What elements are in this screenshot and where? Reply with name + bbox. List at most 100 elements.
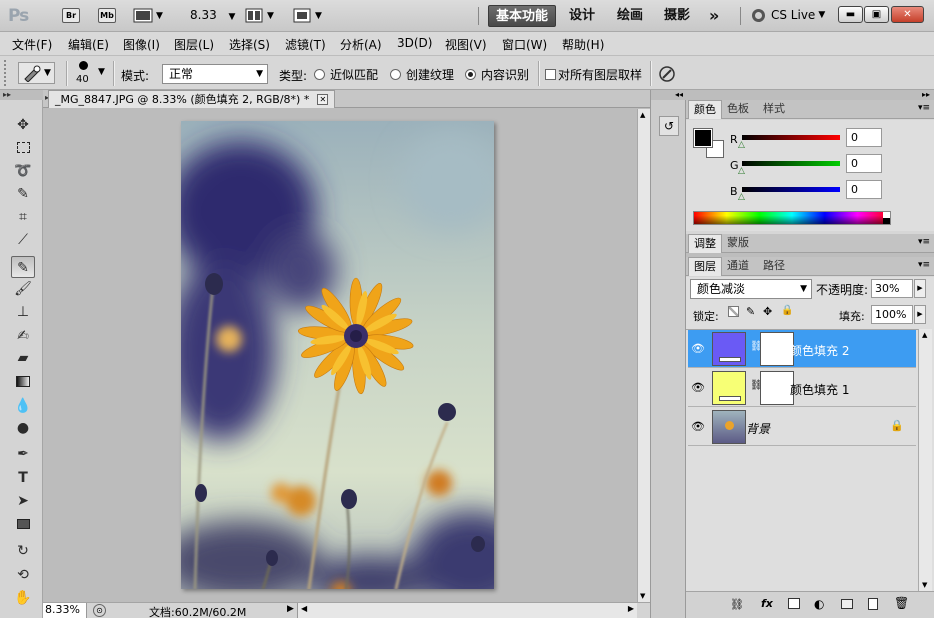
layer-row[interactable]: 👁 ⛓ 颜色填充 2: [688, 330, 916, 368]
tab-color[interactable]: 颜色: [688, 100, 722, 119]
maximize-button[interactable]: ▣: [864, 6, 889, 23]
menu-view[interactable]: 视图(V): [445, 36, 487, 53]
history-panel-icon[interactable]: ↺: [659, 116, 679, 136]
tablet-pressure-button[interactable]: [657, 64, 677, 84]
layers-scrollbar[interactable]: ▲ ▼: [918, 329, 932, 591]
adjustment-layer-icon[interactable]: ◐: [814, 597, 824, 611]
tab-paths[interactable]: 路径: [758, 257, 790, 276]
cs-live-menu[interactable]: CS Live ▼: [752, 8, 825, 22]
b-value[interactable]: 0: [846, 180, 882, 199]
vertical-scrollbar[interactable]: ▲ ▼: [637, 109, 650, 602]
eye-icon[interactable]: 👁: [691, 381, 705, 395]
menu-image[interactable]: 图像(I): [123, 36, 160, 53]
move-tool[interactable]: ✥: [11, 114, 35, 136]
workspace-photography[interactable]: 摄影: [657, 5, 697, 27]
menu-window[interactable]: 窗口(W): [502, 36, 547, 53]
radio-content-aware[interactable]: [465, 69, 476, 80]
type-content-aware[interactable]: 内容识别: [465, 66, 529, 83]
tool-preset-picker[interactable]: ▼: [18, 62, 55, 84]
dodge-tool[interactable]: ●: [11, 417, 35, 439]
type-create-texture[interactable]: 创建纹理: [390, 66, 454, 83]
menu-edit[interactable]: 编辑(E): [68, 36, 109, 53]
layer-row[interactable]: 👁 背景 🔒: [688, 408, 916, 446]
view-extras-button[interactable]: ▼: [133, 8, 163, 23]
slider-thumb-icon[interactable]: △: [738, 192, 745, 202]
status-icon[interactable]: ⊙: [93, 604, 106, 617]
workspace-essentials[interactable]: 基本功能: [488, 5, 557, 27]
menu-select[interactable]: 选择(S): [229, 36, 270, 53]
color-ramp[interactable]: [693, 211, 891, 225]
image-canvas[interactable]: [181, 121, 494, 589]
opacity-slider-button[interactable]: ▶: [914, 279, 926, 298]
menu-analysis[interactable]: 分析(A): [340, 36, 382, 53]
panel-menu-icon[interactable]: ▾≡: [918, 237, 930, 247]
slider-thumb-icon[interactable]: △: [738, 166, 745, 176]
eyedropper-tool[interactable]: ⟋: [11, 229, 35, 251]
tab-styles[interactable]: 样式: [758, 100, 790, 119]
scroll-down-arrow[interactable]: ▼: [922, 581, 927, 589]
document-tab[interactable]: _MG_8847.JPG @ 8.33% (颜色填充 2, RGB/8*) * …: [48, 90, 336, 108]
lasso-tool[interactable]: ➰: [11, 160, 35, 182]
foreground-color-swatch[interactable]: [693, 128, 713, 148]
rectangular-marquee-tool[interactable]: [11, 137, 35, 159]
menu-filter[interactable]: 滤镜(T): [285, 36, 326, 53]
sample-all-layers[interactable]: 对所有图层取样: [545, 66, 642, 83]
panel-menu-icon[interactable]: ▾≡: [918, 103, 930, 113]
lock-all-icon[interactable]: 🔒: [781, 305, 793, 316]
close-button[interactable]: ✕: [891, 6, 924, 23]
spot-healing-brush-tool[interactable]: ✎: [11, 256, 35, 278]
3d-rotate-tool[interactable]: ↻: [11, 540, 35, 562]
arrange-documents-button[interactable]: ▼: [245, 8, 274, 23]
eye-icon[interactable]: 👁: [691, 342, 705, 356]
layer-mask-thumbnail[interactable]: [760, 371, 794, 405]
path-selection-tool[interactable]: ➤: [11, 490, 35, 512]
hand-tool[interactable]: ✋: [11, 587, 35, 609]
pen-tool[interactable]: ✒: [11, 443, 35, 465]
tab-swatches[interactable]: 色板: [722, 100, 754, 119]
g-slider[interactable]: [742, 161, 840, 166]
brush-size-picker[interactable]: 40 ▼: [72, 60, 112, 88]
add-mask-icon[interactable]: [788, 598, 800, 609]
tab-masks[interactable]: 蒙版: [722, 234, 754, 253]
menu-help[interactable]: 帮助(H): [562, 36, 604, 53]
lock-pixels-icon[interactable]: ✎: [746, 305, 755, 318]
scroll-down-arrow[interactable]: ▼: [640, 592, 645, 600]
minimize-button[interactable]: ▬: [838, 6, 863, 23]
layer-row[interactable]: 👁 ⛓ 颜色填充 1: [688, 369, 916, 407]
sample-all-layers-checkbox[interactable]: [545, 69, 556, 80]
radio-create-texture[interactable]: [390, 69, 401, 80]
horizontal-scrollbar[interactable]: ◀ ▶: [297, 603, 637, 618]
status-menu-arrow[interactable]: ▶: [287, 604, 294, 614]
radio-proximity-match[interactable]: [314, 69, 325, 80]
dock-collapse-button[interactable]: ◂◂: [651, 90, 686, 100]
clone-stamp-tool[interactable]: ⊥: [11, 301, 35, 323]
menu-3d[interactable]: 3D(D): [397, 36, 432, 50]
b-slider[interactable]: [742, 187, 840, 192]
zoom-level-menu[interactable]: 8.33 ▼: [190, 8, 235, 22]
scroll-up-arrow[interactable]: ▲: [640, 111, 645, 119]
brush-tool[interactable]: 🖌: [11, 278, 35, 300]
menu-layer[interactable]: 图层(L): [174, 36, 214, 53]
options-grip[interactable]: [4, 60, 8, 86]
opacity-input[interactable]: 30%: [871, 279, 913, 298]
new-group-icon[interactable]: [841, 599, 853, 609]
panel-menu-icon[interactable]: ▾≡: [918, 260, 930, 270]
lock-position-icon[interactable]: ✥: [763, 305, 772, 318]
eraser-tool[interactable]: ▰: [11, 347, 35, 369]
layer-mask-thumbnail[interactable]: [760, 332, 794, 366]
slider-thumb-icon[interactable]: △: [738, 140, 745, 150]
3d-orbit-tool[interactable]: ⟲: [11, 564, 35, 586]
panel-dock-collapse[interactable]: ▸▸: [686, 90, 934, 100]
type-tool[interactable]: T: [11, 467, 35, 489]
tab-channels[interactable]: 通道: [722, 257, 754, 276]
r-slider[interactable]: [742, 135, 840, 140]
lock-transparency-icon[interactable]: [728, 306, 739, 317]
scroll-right-arrow[interactable]: ▶: [628, 604, 634, 613]
tab-layers[interactable]: 图层: [688, 257, 722, 276]
blur-tool[interactable]: 💧: [11, 395, 35, 417]
link-layers-icon[interactable]: ⛓: [730, 598, 744, 611]
tab-adjustments[interactable]: 调整: [688, 234, 722, 253]
more-workspaces-button[interactable]: »: [702, 5, 726, 27]
fill-input[interactable]: 100%: [871, 305, 913, 324]
gradient-tool[interactable]: [11, 371, 35, 393]
